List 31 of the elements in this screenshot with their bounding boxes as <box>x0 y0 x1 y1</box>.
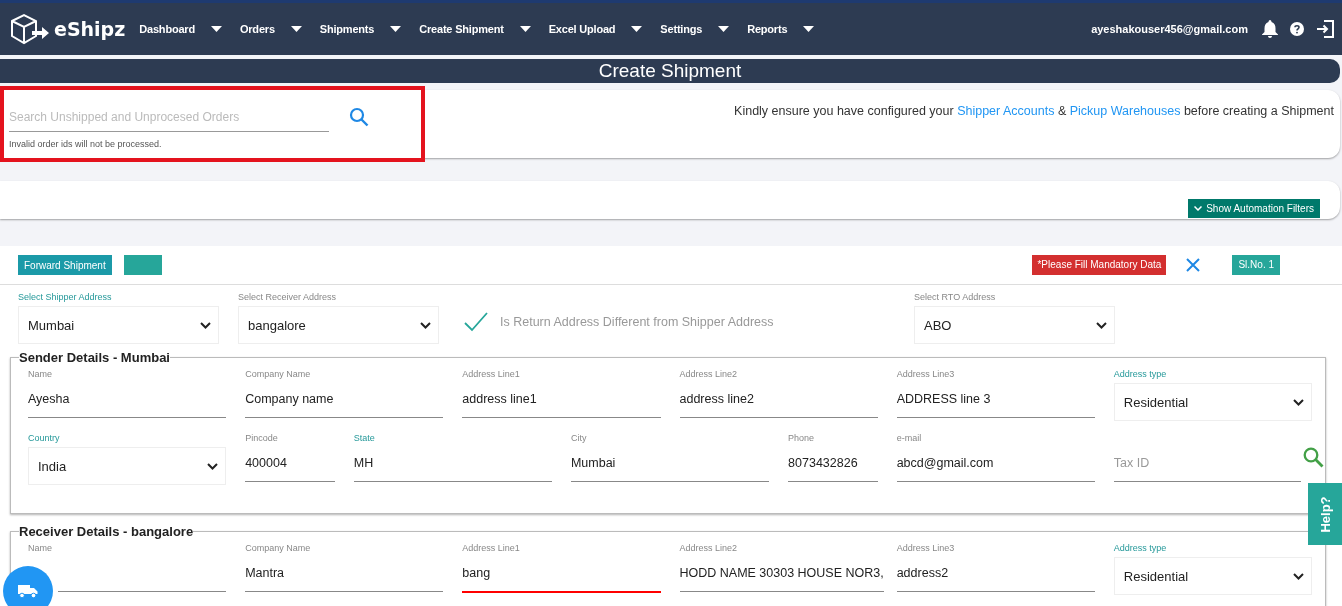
field-label: City <box>570 433 588 445</box>
section-title: Receiver Details - bangalore <box>19 524 194 539</box>
field-label: Company Name <box>245 543 312 555</box>
field-label: Address Line1 <box>462 369 521 381</box>
serial-number-badge: Sl.No. 1 <box>1232 255 1280 275</box>
field-label: Address Line1 <box>462 543 521 555</box>
field-label: Company Name <box>245 369 312 381</box>
field-label: Address type <box>1113 543 1168 555</box>
user-email: ayeshakouser456@gmail.com <box>1091 23 1248 35</box>
field-label: Select Shipper Address <box>18 292 113 304</box>
field-label: State <box>353 433 376 445</box>
mandatory-data-alert: *Please Fill Mandatory Data <box>1032 255 1167 275</box>
field-label: Phone <box>788 433 816 445</box>
checkbox-label: Is Return Address Different from Shipper Address <box>500 315 774 329</box>
brand-name: eShipz <box>54 18 126 40</box>
field-label: Select Receiver Address <box>238 292 338 304</box>
field-label: Address Line2 <box>679 369 739 381</box>
field-label: Address type <box>1113 369 1168 381</box>
field-label: Address Line2 <box>679 543 739 555</box>
field-label: Pincode <box>245 433 279 445</box>
field-label: Country <box>28 433 61 445</box>
section-title: Sender Details - Mumbai <box>19 350 170 365</box>
field-label: Name <box>28 369 53 381</box>
field-label: e-mail <box>896 433 923 445</box>
search-hint: Invalid order ids will not be processed. <box>9 139 163 149</box>
field-label: Address Line3 <box>896 369 956 381</box>
field-label: Name <box>28 543 53 555</box>
notice-text: Kindly ensure you have configured your Shipper Accounts & Pickup Warehouses before creating a Shipment <box>734 104 1334 118</box>
page-title: Create Shipment <box>598 60 742 82</box>
field-label: Address Line3 <box>896 543 956 555</box>
field-label: Select RTO Address <box>914 292 997 304</box>
